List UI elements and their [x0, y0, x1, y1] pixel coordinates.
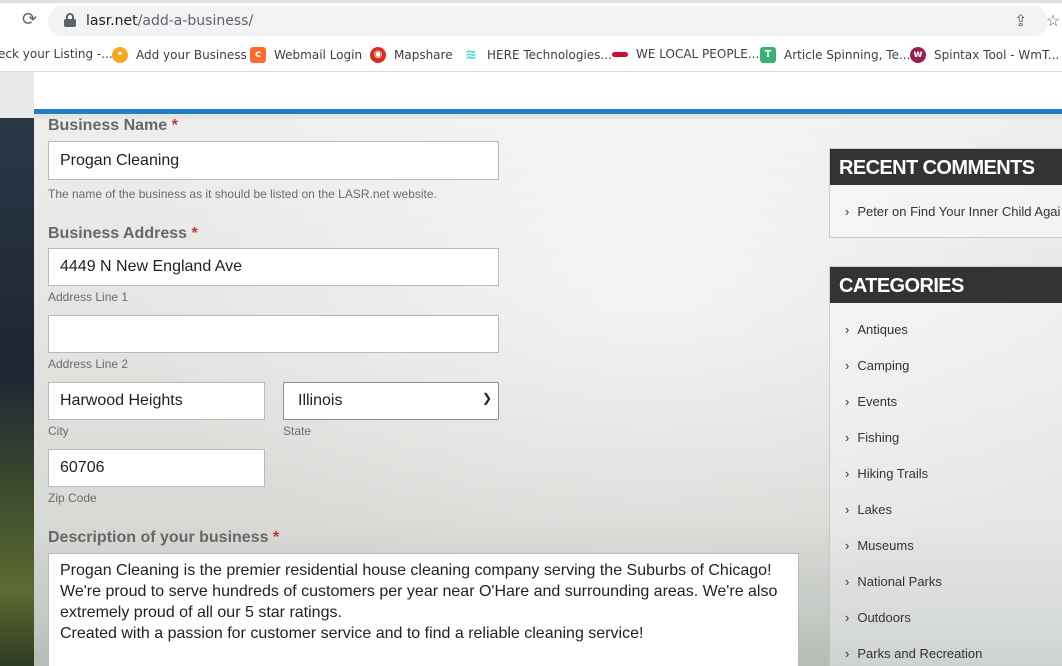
category-item-national-parks[interactable]: › National Parks — [845, 574, 942, 589]
state-select-value: Illinois — [298, 392, 343, 409]
recent-comments-widget: RECENT COMMENTS › Peter on Find Your Inne… — [829, 148, 1062, 238]
flag-icon — [612, 52, 628, 57]
description-label: Description of your business * — [48, 529, 280, 546]
chevron-right-icon: › — [845, 322, 850, 337]
bookmark-item[interactable]: ◉ Mapshare — [370, 47, 453, 63]
city-input[interactable]: Harwood Heights — [48, 382, 265, 420]
bookmarks-bar: eck your Listing -... • Add your Business… — [0, 40, 1062, 72]
t-icon: T — [760, 47, 776, 63]
bookmark-label: Article Spinning, Te... — [784, 48, 911, 62]
chevron-right-icon: › — [845, 358, 850, 373]
categories-widget: CATEGORIES › Antiques › Camping › Events › F… — [829, 266, 1062, 666]
widget-title: RECENT COMMENTS — [830, 149, 1062, 185]
url-path: /add-a-business/ — [137, 13, 254, 29]
tab-strip-edge — [0, 0, 1062, 3]
share-icon[interactable]: ⇪ — [1014, 11, 1027, 31]
chevron-right-icon: › — [845, 466, 850, 481]
recent-comment-text: Peter on Find Your Inner Child Agai — [857, 204, 1061, 219]
background-photo-edge — [0, 72, 34, 666]
chevron-right-icon: › — [845, 204, 850, 219]
category-item-museums[interactable]: › Museums — [845, 538, 914, 553]
bookmark-item[interactable]: • Add your Business — [112, 47, 247, 63]
bookmark-item[interactable]: w Spintax Tool - WmT... — [910, 47, 1059, 63]
cpanel-icon: c — [250, 47, 266, 63]
reload-icon[interactable]: ⟳ — [22, 9, 37, 30]
required-marker: * — [171, 117, 178, 134]
bookmark-label: HERE Technologies... — [487, 48, 612, 62]
url-text[interactable]: lasr.net/add-a-business/ — [86, 13, 253, 29]
address-line1-caption: Address Line 1 — [48, 290, 129, 304]
description-textarea[interactable]: Progan Cleaning is the premier residenti… — [48, 553, 799, 666]
state-caption: State — [283, 424, 312, 438]
business-name-help: The name of the business as it should be… — [48, 187, 437, 201]
bookmark-item[interactable]: eck your Listing -... — [0, 47, 113, 61]
category-item-camping[interactable]: › Camping — [845, 358, 909, 373]
widget-title: CATEGORIES — [830, 267, 1062, 303]
bookmark-item[interactable]: WE LOCAL PEOPLE... — [612, 47, 759, 61]
required-marker: * — [191, 225, 198, 242]
category-item-events[interactable]: › Events — [845, 394, 897, 409]
category-item-fishing[interactable]: › Fishing — [845, 430, 899, 445]
bookmark-star-icon[interactable]: ☆ — [1046, 11, 1060, 31]
bookmark-label: WE LOCAL PEOPLE... — [636, 47, 760, 61]
site-header-strip — [34, 72, 1062, 114]
wmt-icon: w — [910, 47, 926, 63]
chevron-right-icon: › — [845, 574, 850, 589]
lightbulb-icon: • — [112, 47, 128, 63]
address-bar[interactable]: lasr.net/add-a-business/ ⇪ ☆ — [48, 6, 1060, 36]
bookmark-label: Webmail Login — [274, 48, 363, 62]
url-host: lasr.net — [86, 13, 138, 29]
bookmark-label: Add your Business — [136, 48, 247, 62]
city-caption: City — [48, 424, 69, 438]
zip-code-input[interactable]: 60706 — [48, 449, 265, 487]
chevron-right-icon: › — [845, 502, 850, 517]
here-icon: ≋ — [463, 47, 479, 63]
business-name-label: Business Name * — [48, 117, 178, 134]
browser-toolbar: › ⟳ lasr.net/add-a-business/ ⇪ ☆ — [0, 0, 1062, 40]
recent-comment-item[interactable]: › Peter on Find Your Inner Child Agai — [845, 204, 1060, 219]
bookmark-item[interactable]: c Webmail Login — [250, 47, 362, 63]
bookmark-label: Mapshare — [394, 48, 453, 62]
business-name-input[interactable]: Progan Cleaning — [48, 141, 499, 180]
chevron-right-icon: › — [845, 538, 850, 553]
chevron-right-icon: › — [845, 646, 850, 661]
address-line2-caption: Address Line 2 — [48, 357, 129, 371]
bookmark-item[interactable]: T Article Spinning, Te... — [760, 47, 910, 63]
chevron-right-icon: › — [845, 610, 850, 625]
category-item-lakes[interactable]: › Lakes — [845, 502, 892, 517]
bookmark-item[interactable]: ≋ HERE Technologies... — [463, 47, 612, 63]
bookmark-label: eck your Listing -... — [0, 47, 113, 61]
business-address-label: Business Address * — [48, 225, 198, 242]
address-line2-input[interactable] — [48, 315, 499, 353]
category-item-outdoors[interactable]: › Outdoors — [845, 610, 911, 625]
lock-icon[interactable] — [64, 13, 76, 27]
category-item-hiking-trails[interactable]: › Hiking Trails — [845, 466, 928, 481]
bookmark-label: Spintax Tool - WmT... — [934, 48, 1060, 62]
required-marker: * — [272, 529, 280, 546]
chevron-down-icon: ❯ — [481, 391, 492, 405]
category-item-parks-and-recreation[interactable]: › Parks and Recreation — [845, 646, 982, 661]
address-line1-input[interactable]: 4449 N New England Ave — [48, 248, 499, 286]
mapshare-icon: ◉ — [370, 47, 386, 63]
zip-code-caption: Zip Code — [48, 491, 97, 505]
category-item-antiques[interactable]: › Antiques — [845, 322, 908, 337]
chevron-right-icon: › — [845, 394, 850, 409]
state-select[interactable]: Illinois ❯ — [283, 382, 499, 420]
chevron-right-icon: › — [845, 430, 850, 445]
